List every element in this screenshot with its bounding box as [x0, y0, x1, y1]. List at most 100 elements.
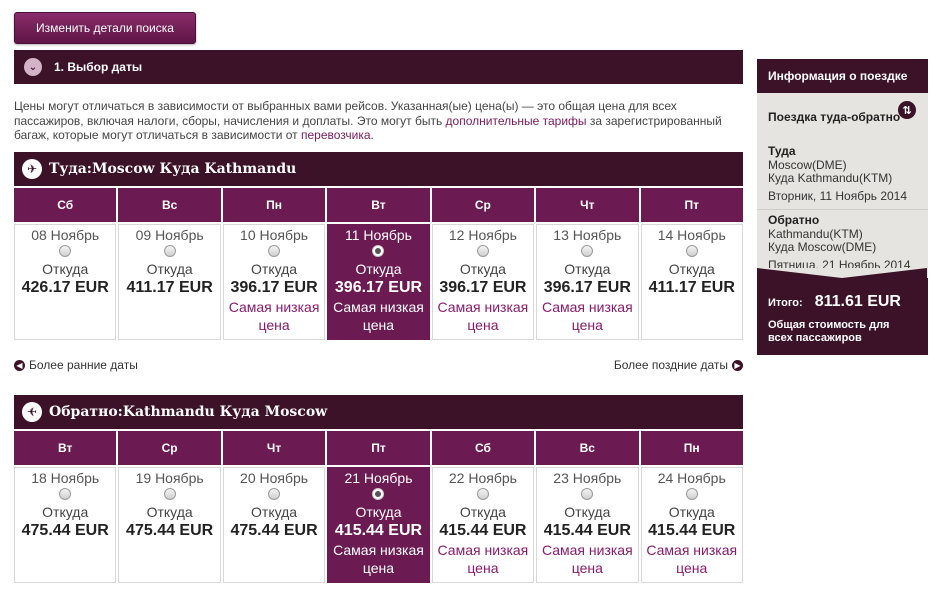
day-cell[interactable]: 20 Ноябрь Откуда 475.44 EUR	[222, 467, 326, 583]
lowest-price-label: Самая низкая цена	[228, 299, 320, 333]
day-price: 415.44 EUR	[543, 522, 631, 539]
day-price: 415.44 EUR	[648, 522, 736, 539]
day-from-label: Откуда	[42, 504, 89, 520]
leg-from: Moscow(DME)	[768, 157, 847, 172]
trip-info-panel: Информация о поездке Поездка туда-обратн…	[757, 59, 928, 355]
day-column: Пт 21 Ноябрь Откуда 415.44 EUR Самая низкая …	[327, 431, 430, 583]
day-radio[interactable]	[59, 245, 72, 257]
weekday-header: Пн	[222, 188, 326, 222]
day-radio[interactable]	[685, 245, 698, 257]
day-column: Ср 19 Ноябрь Откуда 475.44 EUR	[118, 431, 221, 583]
weekday-header: Вт	[14, 431, 117, 465]
day-date: 19 Ноябрь	[135, 470, 204, 486]
earlier-dates-label: Более ранние даты	[29, 358, 138, 372]
day-cell[interactable]: 18 Ноябрь Откуда 475.44 EUR	[14, 467, 117, 583]
day-date: 10 Ноябрь	[240, 227, 309, 243]
day-cell[interactable]: 23 Ноябрь Откуда 415.44 EUR Самая низкая це…	[536, 467, 639, 583]
day-cell[interactable]: 24 Ноябрь Откуда 415.44 EUR Самая низкая це…	[640, 467, 743, 583]
day-date: 20 Ноябрь	[240, 470, 309, 486]
day-column: Пн 10 Ноябрь Откуда 396.17 EUR Самая низкая …	[222, 188, 326, 340]
leg-from: Kathmandu(KTM)	[768, 226, 863, 241]
lowest-price-label: Самая низкая цена	[333, 299, 424, 333]
weekday-header: Вт	[327, 188, 430, 222]
day-radio[interactable]	[163, 245, 176, 257]
trip-total: Итого: 811.61 EUR Общая стоимость для вс…	[757, 268, 928, 355]
day-radio[interactable]	[268, 488, 281, 500]
trip-type-label: Поездка туда-обратно	[768, 110, 901, 124]
day-radio[interactable]	[268, 245, 281, 257]
day-radio[interactable]	[685, 488, 698, 500]
total-label: Итого:	[768, 297, 803, 309]
day-price: 426.17 EUR	[21, 279, 109, 296]
leg-to: Куда Moscow(DME)	[768, 240, 877, 254]
day-price: 415.44 EUR	[439, 522, 527, 539]
day-column: Чт 20 Ноябрь Откуда 475.44 EUR	[222, 431, 326, 583]
extra-fees-link[interactable]: дополнительные тарифы	[446, 114, 587, 128]
lowest-price-label: Самая низкая цена	[541, 542, 633, 576]
day-cell[interactable]: 08 Ноябрь Откуда 426.17 EUR	[14, 224, 117, 340]
day-price: 396.17 EUR	[543, 279, 631, 296]
day-column: Пт 14 Ноябрь Откуда 411.17 EUR	[640, 188, 743, 340]
day-radio[interactable]	[372, 245, 385, 257]
weekday-header: Вс	[118, 188, 221, 222]
day-radio[interactable]	[581, 488, 594, 500]
inbound-header: ✈ Обратно:Kathmandu Куда Moscow	[14, 395, 743, 429]
trip-leg-outbound: Туда Moscow(DME) Куда Kathmandu(KTM) Вто…	[757, 141, 928, 209]
plane-icon: ✈	[22, 402, 42, 422]
day-date: 14 Ноябрь	[657, 227, 726, 243]
day-date: 24 Ноябрь	[657, 470, 726, 486]
leg-label: Обратно	[768, 213, 820, 227]
day-date: 08 Ноябрь	[31, 227, 100, 243]
weekday-header: Сб	[431, 431, 535, 465]
day-radio[interactable]	[476, 488, 489, 500]
plane-icon: ✈	[22, 159, 42, 179]
day-radio[interactable]	[59, 488, 72, 500]
day-from-label: Откуда	[355, 504, 402, 520]
day-from-label: Откуда	[251, 261, 298, 277]
chevron-down-icon[interactable]: ⌄	[24, 58, 42, 76]
day-from-label: Откуда	[459, 261, 506, 277]
trip-type-row: Поездка туда-обратно ⇅	[757, 93, 928, 141]
earlier-dates-link[interactable]: ◀ Более ранние даты	[14, 358, 138, 372]
day-cell[interactable]: 13 Ноябрь Откуда 396.17 EUR Самая низкая це…	[536, 224, 639, 340]
day-date: 21 Ноябрь	[344, 470, 413, 486]
day-cell[interactable]: 22 Ноябрь Откуда 415.44 EUR Самая низкая це…	[431, 467, 535, 583]
day-price: 411.17 EUR	[126, 279, 213, 296]
weekday-header: Чт	[536, 188, 639, 222]
leg-label: Туда	[768, 144, 796, 158]
day-radio[interactable]	[476, 245, 489, 257]
day-column: Ср 12 Ноябрь Откуда 396.17 EUR Самая низкая …	[431, 188, 535, 340]
day-column: Вс 23 Ноябрь Откуда 415.44 EUR Самая низкая …	[536, 431, 639, 583]
day-column: Сб 22 Ноябрь Откуда 415.44 EUR Самая низкая …	[431, 431, 535, 583]
later-dates-link[interactable]: Более поздние даты ▶	[614, 358, 743, 372]
day-radio[interactable]	[581, 245, 594, 257]
step-date-selection-bar[interactable]: ⌄ 1. Выбор даты	[14, 50, 743, 84]
change-search-button[interactable]: Изменить детали поиска	[14, 12, 196, 44]
day-from-label: Откуда	[668, 504, 715, 520]
day-cell[interactable]: 11 Ноябрь Откуда 396.17 EUR Самая низкая це…	[327, 224, 430, 340]
day-date: 13 Ноябрь	[553, 227, 622, 243]
price-notice: Цены могут отличаться в зависимости от в…	[14, 99, 743, 143]
day-column: Чт 13 Ноябрь Откуда 396.17 EUR Самая низкая …	[536, 188, 639, 340]
day-from-label: Откуда	[355, 261, 402, 277]
day-cell[interactable]: 19 Ноябрь Откуда 475.44 EUR	[118, 467, 221, 583]
chevron-left-icon: ◀	[14, 359, 25, 371]
day-cell[interactable]: 12 Ноябрь Откуда 396.17 EUR Самая низкая це…	[431, 224, 535, 340]
later-dates-label: Более поздние даты	[613, 358, 728, 372]
day-date: 09 Ноябрь	[135, 227, 204, 243]
day-cell[interactable]: 09 Ноябрь Откуда 411.17 EUR	[118, 224, 221, 340]
day-cell[interactable]: 21 Ноябрь Откуда 415.44 EUR Самая низкая це…	[327, 467, 430, 583]
day-price: 475.44 EUR	[21, 522, 109, 539]
day-radio[interactable]	[163, 488, 176, 500]
date-navigation: ◀ Более ранние даты Более поздние даты ▶	[14, 358, 743, 374]
carrier-link[interactable]: перевозчика	[301, 128, 371, 142]
day-date: 23 Ноябрь	[553, 470, 622, 486]
day-column: Вт 18 Ноябрь Откуда 475.44 EUR	[14, 431, 117, 583]
outbound-day-grid: Сб 08 Ноябрь Откуда 426.17 EUR Вс 09 Ноябрь От…	[14, 188, 743, 340]
day-cell[interactable]: 10 Ноябрь Откуда 396.17 EUR Самая низкая це…	[222, 224, 326, 340]
day-from-label: Откуда	[564, 261, 611, 277]
lowest-price-label: Самая низкая цена	[437, 542, 529, 576]
day-from-label: Откуда	[251, 504, 298, 520]
day-radio[interactable]	[372, 488, 385, 500]
day-cell[interactable]: 14 Ноябрь Откуда 411.17 EUR	[640, 224, 743, 340]
